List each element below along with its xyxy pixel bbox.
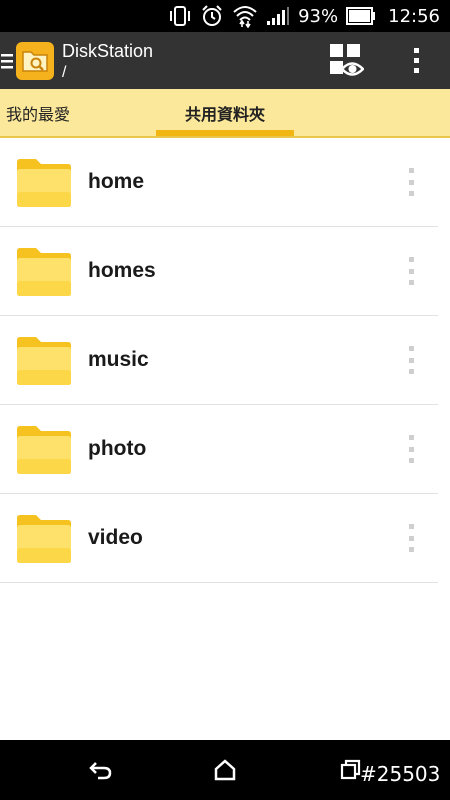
- folder-row[interactable]: home: [0, 138, 438, 227]
- watermark-text: #25503: [360, 762, 441, 786]
- row-menu-dot: [408, 524, 414, 529]
- tab-favorites[interactable]: 我的最愛: [6, 89, 70, 136]
- folder-name: home: [88, 170, 145, 193]
- folder-name: video: [88, 526, 143, 549]
- row-menu-dot: [408, 357, 414, 363]
- row-menu-icon[interactable]: [406, 524, 416, 552]
- folder-icon: [16, 336, 72, 386]
- row-menu-dot: [408, 369, 414, 374]
- tab-bar: 我的最愛 共用資料夾: [0, 89, 450, 138]
- current-path: /: [62, 64, 67, 81]
- row-menu-dot: [408, 191, 414, 196]
- folder-list: home homes music photo video: [0, 138, 450, 583]
- folder-row[interactable]: video: [0, 494, 438, 583]
- home-icon[interactable]: [210, 755, 240, 785]
- status-bar: 93% 12:56: [0, 0, 450, 32]
- vibrate-icon: [168, 5, 192, 27]
- row-menu-icon[interactable]: [406, 346, 416, 374]
- row-menu-dot: [408, 179, 414, 185]
- overflow-dot: [413, 67, 419, 73]
- app-title: DiskStation: [62, 41, 154, 61]
- folder-name: photo: [88, 437, 147, 460]
- folder-row[interactable]: photo: [0, 405, 438, 494]
- row-menu-dot: [408, 446, 414, 452]
- navigation-bar: #25503: [0, 740, 450, 800]
- row-menu-dot: [408, 535, 414, 541]
- folder-name: homes: [88, 259, 156, 282]
- overflow-menu-icon[interactable]: [406, 42, 426, 78]
- battery-percent: 93%: [298, 5, 339, 27]
- row-menu-icon[interactable]: [406, 435, 416, 463]
- overflow-dot: [413, 47, 419, 53]
- folder-name: music: [88, 348, 149, 371]
- alarm-icon: [200, 4, 224, 28]
- folder-icon: [16, 514, 72, 564]
- folder-icon: [16, 158, 72, 208]
- app-logo-icon[interactable]: [16, 41, 54, 80]
- row-menu-dot: [408, 257, 414, 262]
- wifi-icon: [232, 4, 258, 28]
- row-menu-dot: [408, 458, 414, 463]
- row-menu-dot: [408, 346, 414, 351]
- back-icon[interactable]: [86, 755, 116, 785]
- folder-icon: [16, 425, 72, 475]
- signal-icon: [266, 6, 290, 26]
- overflow-dot: [413, 57, 419, 63]
- tab-shared-folders[interactable]: 共用資料夾: [156, 89, 294, 136]
- row-menu-icon[interactable]: [406, 168, 416, 196]
- clock: 12:56: [388, 5, 440, 27]
- row-menu-dot: [408, 280, 414, 285]
- tab-indicator: [156, 130, 294, 136]
- battery-icon: [346, 7, 376, 25]
- folder-row[interactable]: music: [0, 316, 438, 405]
- row-menu-dot: [408, 547, 414, 552]
- row-menu-icon[interactable]: [406, 257, 416, 285]
- menu-icon[interactable]: [0, 32, 16, 89]
- folder-row[interactable]: homes: [0, 227, 438, 316]
- app-bar: DiskStation /: [0, 32, 450, 89]
- folder-icon: [16, 247, 72, 297]
- row-menu-dot: [408, 168, 414, 173]
- title-block: DiskStation /: [62, 40, 153, 81]
- row-menu-dot: [408, 268, 414, 274]
- row-menu-dot: [408, 435, 414, 440]
- view-mode-icon[interactable]: [328, 42, 365, 78]
